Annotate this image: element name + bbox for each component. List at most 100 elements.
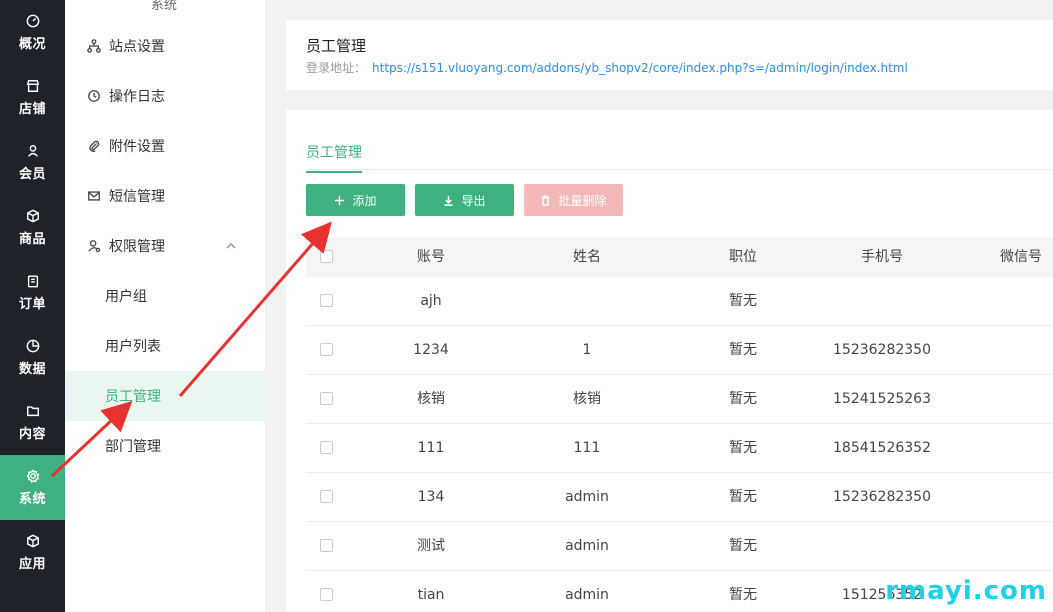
rail-item-content[interactable]: 内容 — [0, 390, 65, 455]
rail-item-label: 数据 — [18, 362, 46, 377]
cell-phone: 15236282350 — [833, 489, 931, 505]
menu-item-label: 短信管理 — [109, 189, 165, 205]
submenu-header: 系统 — [145, 0, 184, 13]
column-header-name: 姓名 — [573, 249, 601, 265]
chevron-up-icon — [226, 242, 236, 249]
rail-item-label: 订单 — [18, 297, 46, 312]
batch-delete-button[interactable]: 批量删除 — [524, 184, 623, 216]
table-row[interactable]: ajh 暂无 — [306, 277, 1053, 326]
menu-item-user-list[interactable]: 用户列表 — [65, 321, 266, 371]
cell-account: 测试 — [417, 538, 445, 554]
row-checkbox[interactable] — [320, 294, 333, 307]
menu-item-staff-management[interactable]: 员工管理 — [65, 371, 266, 421]
cell-account: 1234 — [413, 342, 449, 358]
cell-name — [517, 277, 657, 326]
sitemap-icon — [87, 39, 101, 53]
cell-position: 暂无 — [729, 440, 757, 456]
menu-item-permissions[interactable]: 权限管理 — [65, 221, 266, 271]
paperclip-icon — [89, 140, 100, 152]
cell-account: 核销 — [417, 391, 445, 407]
table-row[interactable]: 134 admin 暂无 15236282350 — [306, 473, 1053, 522]
cell-phone — [812, 277, 952, 326]
rail-item-member[interactable]: 会员 — [0, 130, 65, 195]
menu-item-attachment-settings[interactable]: 附件设置 — [65, 121, 266, 171]
table-row[interactable]: 测试 admin 暂无 — [306, 522, 1053, 571]
row-checkbox[interactable] — [320, 588, 333, 601]
clipboard-icon — [25, 273, 41, 289]
menu-item-label: 操作日志 — [109, 89, 165, 105]
row-checkbox[interactable] — [320, 539, 333, 552]
menu-item-label: 部门管理 — [105, 439, 161, 455]
export-button[interactable]: 导出 — [415, 184, 514, 216]
cell-phone: 15241525263 — [833, 391, 931, 407]
main-nav-rail: 概况 店铺 会员 商品 订单 数据 内容 系统 应用 — [0, 0, 65, 612]
staff-list-card: 员工管理 添加 导出 批量删除 账号 姓名 职位 手机号 微信号 ajh 暂无 — [286, 110, 1053, 612]
rail-item-label: 内容 — [18, 427, 46, 442]
plus-icon — [335, 195, 345, 205]
cell-position: 暂无 — [729, 587, 757, 603]
page-title: 员工管理 — [306, 37, 367, 55]
rail-item-overview[interactable]: 概况 — [0, 0, 65, 65]
row-checkbox[interactable] — [320, 490, 333, 503]
box-icon — [25, 208, 41, 224]
dashboard-icon — [25, 13, 41, 29]
cell-position: 暂无 — [729, 391, 757, 407]
column-header-wechat: 微信号 — [1000, 249, 1042, 265]
rail-item-label: 系统 — [18, 492, 46, 507]
pie-icon — [25, 338, 41, 354]
export-button-label: 导出 — [461, 193, 486, 208]
cell-position: 暂无 — [729, 489, 757, 505]
history-icon — [88, 90, 100, 102]
table-row[interactable]: 1234 1 暂无 15236282350 — [306, 326, 1053, 375]
rail-item-label: 会员 — [18, 167, 46, 182]
menu-item-user-group[interactable]: 用户组 — [65, 271, 266, 321]
add-button-label: 添加 — [352, 193, 377, 208]
column-header-position: 职位 — [729, 249, 757, 265]
cell-name: 1 — [582, 342, 592, 358]
menu-item-label: 站点设置 — [109, 39, 165, 55]
user-gear-icon — [88, 240, 101, 253]
menu-item-label: 员工管理 — [105, 389, 161, 405]
rail-item-order[interactable]: 订单 — [0, 260, 65, 325]
cube-icon — [25, 533, 41, 549]
login-address-row: 登录地址： https://s151.vluoyang.com/addons/yb… — [306, 59, 908, 76]
table-row[interactable]: 111 111 暂无 18541526352 — [306, 424, 1053, 473]
cell-account: ajh — [420, 293, 442, 309]
select-all-checkbox[interactable] — [320, 250, 333, 263]
rail-item-apps[interactable]: 应用 — [0, 520, 65, 585]
menu-item-department[interactable]: 部门管理 — [65, 421, 266, 471]
cell-name: 111 — [573, 440, 601, 456]
login-address-label: 登录地址： — [306, 61, 367, 75]
menu-item-sms[interactable]: 短信管理 — [65, 171, 266, 221]
row-checkbox[interactable] — [320, 441, 333, 454]
tab-staff-management[interactable]: 员工管理 — [306, 142, 362, 173]
cell-account: tian — [417, 587, 445, 603]
batch-delete-button-label: 批量删除 — [558, 193, 607, 208]
table-header: 账号 姓名 职位 手机号 微信号 — [306, 237, 1053, 277]
rail-item-label: 概况 — [18, 37, 46, 52]
rail-item-goods[interactable]: 商品 — [0, 195, 65, 260]
menu-item-site-settings[interactable]: 站点设置 — [65, 21, 266, 71]
rail-item-system[interactable]: 系统 — [0, 455, 65, 520]
cell-name: admin — [565, 489, 609, 505]
trash-icon — [542, 195, 550, 206]
cell-account: 134 — [417, 489, 445, 505]
menu-item-label: 附件设置 — [109, 139, 165, 155]
cell-position: 暂无 — [729, 538, 757, 554]
menu-item-operation-log[interactable]: 操作日志 — [65, 71, 266, 121]
cell-name: admin — [565, 538, 609, 554]
menu-item-label: 用户列表 — [105, 339, 161, 355]
table-row[interactable]: 核销 核销 暂无 15241525263 — [306, 375, 1053, 424]
cell-position: 暂无 — [729, 342, 757, 358]
rail-item-label: 应用 — [18, 557, 46, 572]
login-address-link[interactable]: https://s151.vluoyang.com/addons/yb_shop… — [372, 61, 908, 75]
column-header-account: 账号 — [417, 249, 445, 265]
row-checkbox[interactable] — [320, 392, 333, 405]
gear-icon — [25, 468, 41, 484]
rail-item-data[interactable]: 数据 — [0, 325, 65, 390]
rail-item-store[interactable]: 店铺 — [0, 65, 65, 130]
folder-icon — [25, 403, 41, 419]
cell-name: admin — [565, 587, 609, 603]
row-checkbox[interactable] — [320, 343, 333, 356]
add-button[interactable]: 添加 — [306, 184, 405, 216]
